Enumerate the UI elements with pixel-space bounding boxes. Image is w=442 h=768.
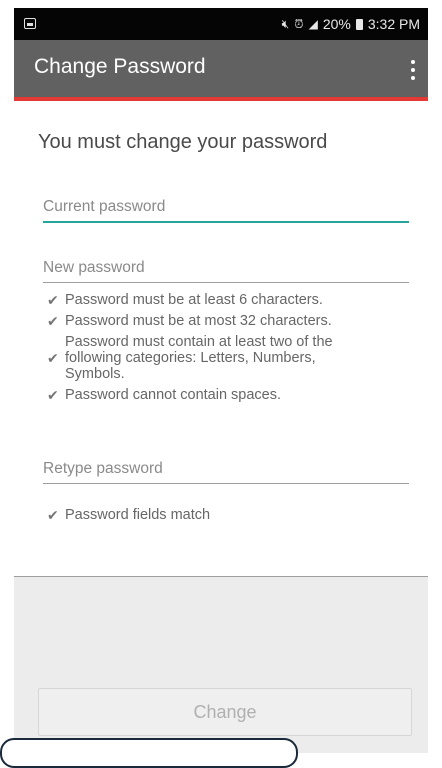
password-match-rule: ✔ Password fields match: [47, 507, 210, 523]
change-button[interactable]: Change: [38, 688, 412, 736]
signal-icon: ◢: [308, 17, 318, 31]
password-rule: ✔ Password must be at most 32 characters…: [47, 313, 397, 329]
menu-dot: [411, 76, 415, 80]
more-vert-icon[interactable]: [410, 60, 416, 80]
check-icon: ✔: [47, 292, 59, 308]
password-rule: ✔ Password must be at least 6 characters…: [47, 292, 397, 308]
rule-text: Password must be at least 6 characters.: [65, 292, 323, 308]
check-icon: ✔: [47, 387, 59, 403]
mute-icon: 🔇︎: [281, 17, 290, 31]
menu-dot: [411, 68, 415, 72]
phone-screen: 🔇︎ ⏰︎ ◢ 20% 3:32 PM Change Password You …: [14, 8, 428, 753]
password-rules-list: ✔ Password must be at least 6 characters…: [47, 292, 397, 408]
app-bar: Change Password: [14, 40, 428, 101]
check-icon: ✔: [47, 507, 59, 523]
rule-text: Password must be at most 32 characters.: [65, 313, 332, 329]
alarm-icon: ⏰︎: [294, 17, 304, 31]
rule-text: Password must contain at least two of th…: [65, 334, 333, 382]
battery-icon: [355, 18, 363, 30]
image-icon: [24, 18, 36, 29]
page-title: Change Password: [34, 55, 206, 78]
rule-text: Password cannot contain spaces.: [65, 387, 282, 403]
menu-dot: [411, 60, 415, 64]
check-icon: ✔: [47, 313, 59, 329]
battery-percent: 20%: [322, 16, 351, 32]
current-password-input[interactable]: [43, 193, 409, 223]
check-icon: ✔: [47, 350, 59, 366]
overlay-tab: [0, 738, 298, 768]
password-rule: ✔ Password must contain at least two of …: [47, 334, 397, 382]
new-password-input[interactable]: [43, 253, 409, 283]
status-icons: 🔇︎ ⏰︎ ◢ 20% 3:32 PM: [282, 15, 420, 33]
change-password-form: You must change your password ✔ Password…: [14, 101, 428, 577]
retype-password-input[interactable]: [43, 454, 409, 484]
match-rule-text: Password fields match: [65, 507, 211, 523]
status-time: 3:32 PM: [367, 16, 420, 32]
status-bar: 🔇︎ ⏰︎ ◢ 20% 3:32 PM: [14, 8, 428, 40]
password-rule: ✔ Password cannot contain spaces.: [47, 387, 397, 403]
form-heading: You must change your password: [38, 131, 328, 153]
